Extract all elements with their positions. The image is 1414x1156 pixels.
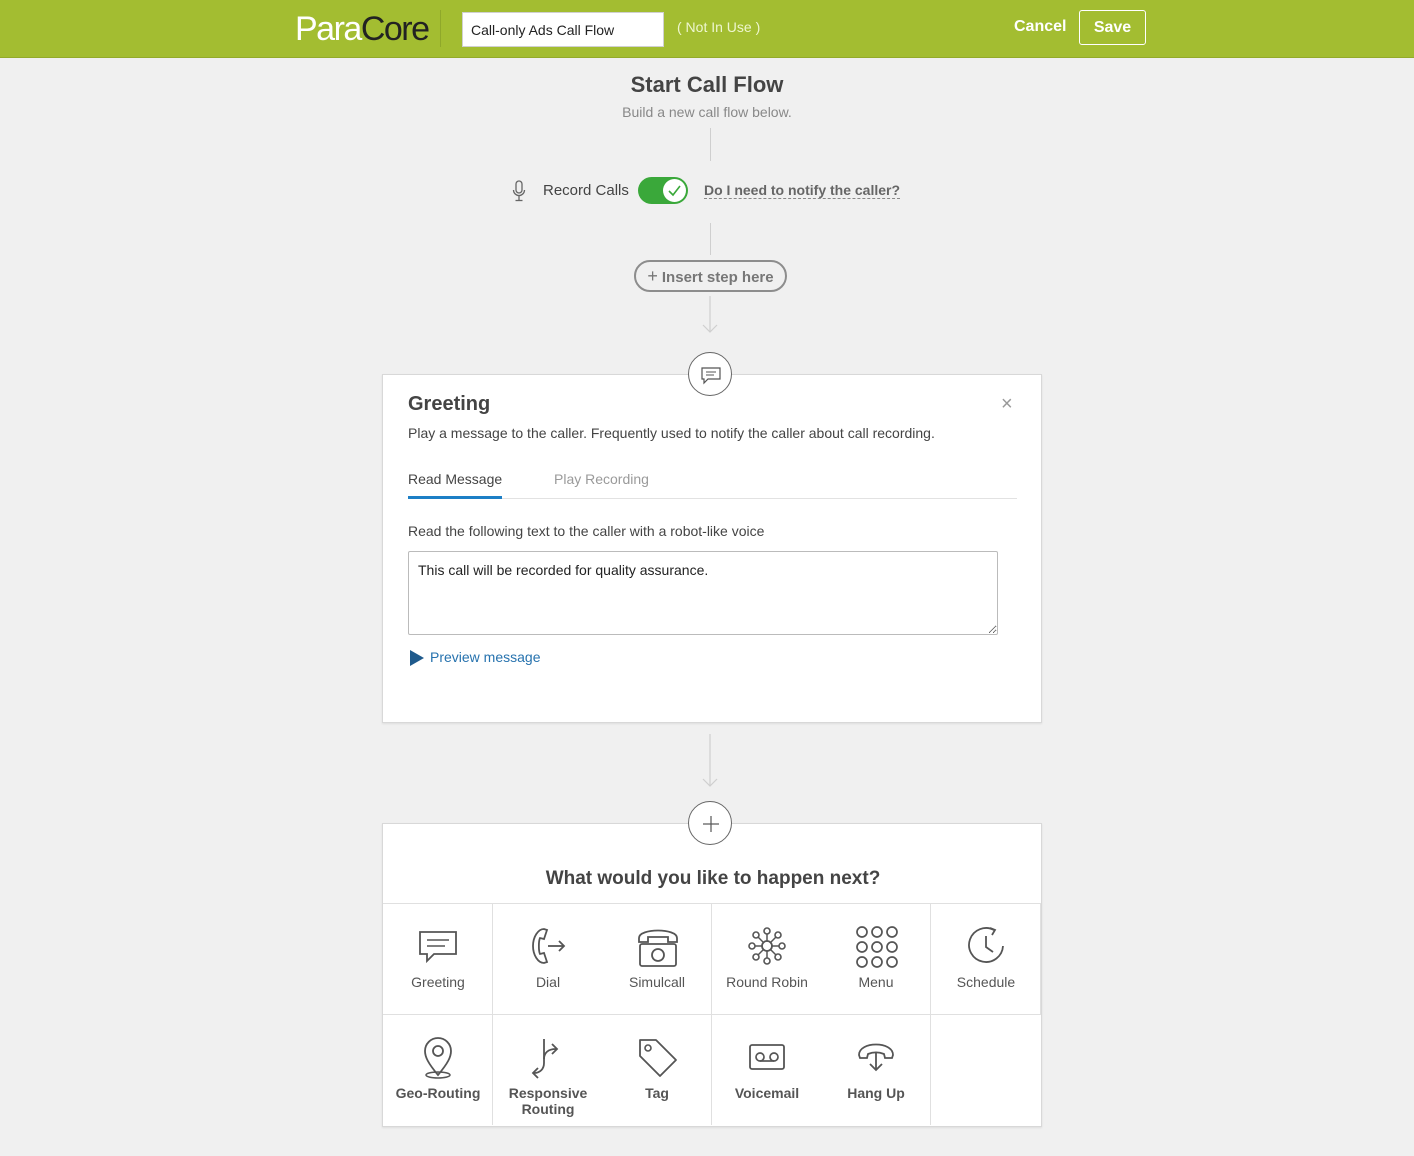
option-label: Simulcall	[628, 974, 685, 990]
option-responsive-routing[interactable]: Responsive Routing	[493, 1014, 603, 1125]
phone-forward-icon	[532, 928, 566, 964]
empty-grid-cell	[931, 1014, 1041, 1125]
option-label: Round Robin	[726, 974, 808, 990]
record-calls-row: Record Calls Do I need to notify the cal…	[0, 176, 1414, 206]
arrow-down-icon	[702, 734, 718, 787]
microphone-icon	[512, 180, 526, 202]
network-icon	[748, 927, 786, 965]
option-label: Greeting	[411, 974, 465, 990]
option-simulcall[interactable]: Simulcall	[602, 903, 712, 1014]
speech-bubble-icon	[701, 367, 721, 385]
option-label: Menu	[858, 974, 894, 990]
option-tag[interactable]: Tag	[602, 1014, 712, 1125]
greeting-message-textarea[interactable]: This call will be recorded for quality a…	[408, 551, 998, 635]
option-menu[interactable]: Menu	[821, 903, 931, 1014]
voicemail-icon	[749, 1044, 785, 1070]
flow-connector	[710, 128, 711, 161]
insert-step-label: Insert step here	[661, 269, 774, 286]
greeting-description: Play a message to the caller. Frequently…	[408, 425, 935, 441]
option-label: Dial	[535, 974, 561, 990]
arrow-down-icon	[702, 296, 718, 333]
checkmark-icon	[668, 185, 681, 197]
toggle-knob	[663, 179, 686, 202]
keypad-icon	[856, 926, 898, 968]
call-flow-name-input[interactable]	[462, 12, 664, 47]
option-label: Schedule	[956, 974, 1016, 990]
clock-icon	[968, 927, 1004, 963]
option-hang-up[interactable]: Hang Up	[821, 1014, 931, 1125]
logo-text-core: Core	[360, 10, 430, 48]
preview-message-link[interactable]: Preview message	[410, 649, 541, 666]
read-message-label: Read the following text to the caller wi…	[408, 523, 765, 539]
option-label: Geo-Routing	[395, 1085, 481, 1101]
greeting-tabs: Read Message Play Recording	[408, 469, 1017, 499]
map-pin-icon	[424, 1037, 452, 1079]
split-arrow-icon	[531, 1039, 559, 1079]
start-call-flow-subtitle: Build a new call flow below.	[622, 104, 792, 120]
save-button[interactable]: Save	[1079, 10, 1146, 45]
desk-phone-icon	[638, 929, 678, 967]
plus-icon	[703, 816, 719, 832]
next-step-title: What would you like to happen next?	[545, 868, 881, 889]
tag-icon	[639, 1039, 677, 1077]
usage-status: ( Not In Use )	[677, 19, 761, 35]
greeting-title: Greeting	[408, 393, 491, 415]
greeting-step-badge	[688, 352, 732, 396]
speech-bubble-icon	[419, 931, 457, 964]
logo-text-para: Para	[295, 10, 362, 48]
cancel-button[interactable]: Cancel	[1014, 18, 1066, 36]
option-label: Hang Up	[847, 1085, 905, 1101]
start-call-flow-title: Start Call Flow	[630, 72, 784, 97]
option-schedule[interactable]: Schedule	[931, 903, 1041, 1014]
header-divider	[440, 10, 441, 47]
option-geo-routing[interactable]: Geo-Routing	[383, 1014, 493, 1125]
tab-play-recording[interactable]: Play Recording	[554, 471, 649, 487]
next-step-card: What would you like to happen next? Gree…	[382, 823, 1042, 1127]
plus-icon: +	[647, 266, 658, 286]
close-icon[interactable]: ×	[1001, 393, 1013, 416]
add-step-badge[interactable]	[688, 801, 732, 845]
insert-step-button[interactable]: + Insert step here	[634, 260, 787, 292]
hang-up-icon	[858, 1043, 894, 1072]
option-label: Tag	[645, 1085, 669, 1101]
option-round-robin[interactable]: Round Robin	[712, 903, 822, 1014]
option-dial[interactable]: Dial	[493, 903, 603, 1014]
notify-caller-help-link[interactable]: Do I need to notify the caller?	[704, 182, 901, 199]
preview-message-label: Preview message	[430, 649, 541, 665]
record-calls-label: Record Calls	[543, 182, 629, 199]
paracore-logo[interactable]: ParaCore	[295, 10, 430, 48]
option-voicemail[interactable]: Voicemail	[712, 1014, 822, 1125]
option-greeting[interactable]: Greeting	[383, 903, 493, 1014]
greeting-step-card: Greeting × Play a message to the caller.…	[382, 374, 1042, 723]
top-bar: ParaCore ( Not In Use ) Cancel Save	[0, 0, 1414, 58]
play-icon	[410, 650, 424, 666]
flow-connector	[710, 223, 711, 255]
tab-read-message[interactable]: Read Message	[408, 471, 503, 499]
option-label: Responsive Routing	[508, 1085, 588, 1117]
option-label: Voicemail	[734, 1085, 800, 1101]
record-calls-toggle[interactable]	[638, 177, 688, 204]
